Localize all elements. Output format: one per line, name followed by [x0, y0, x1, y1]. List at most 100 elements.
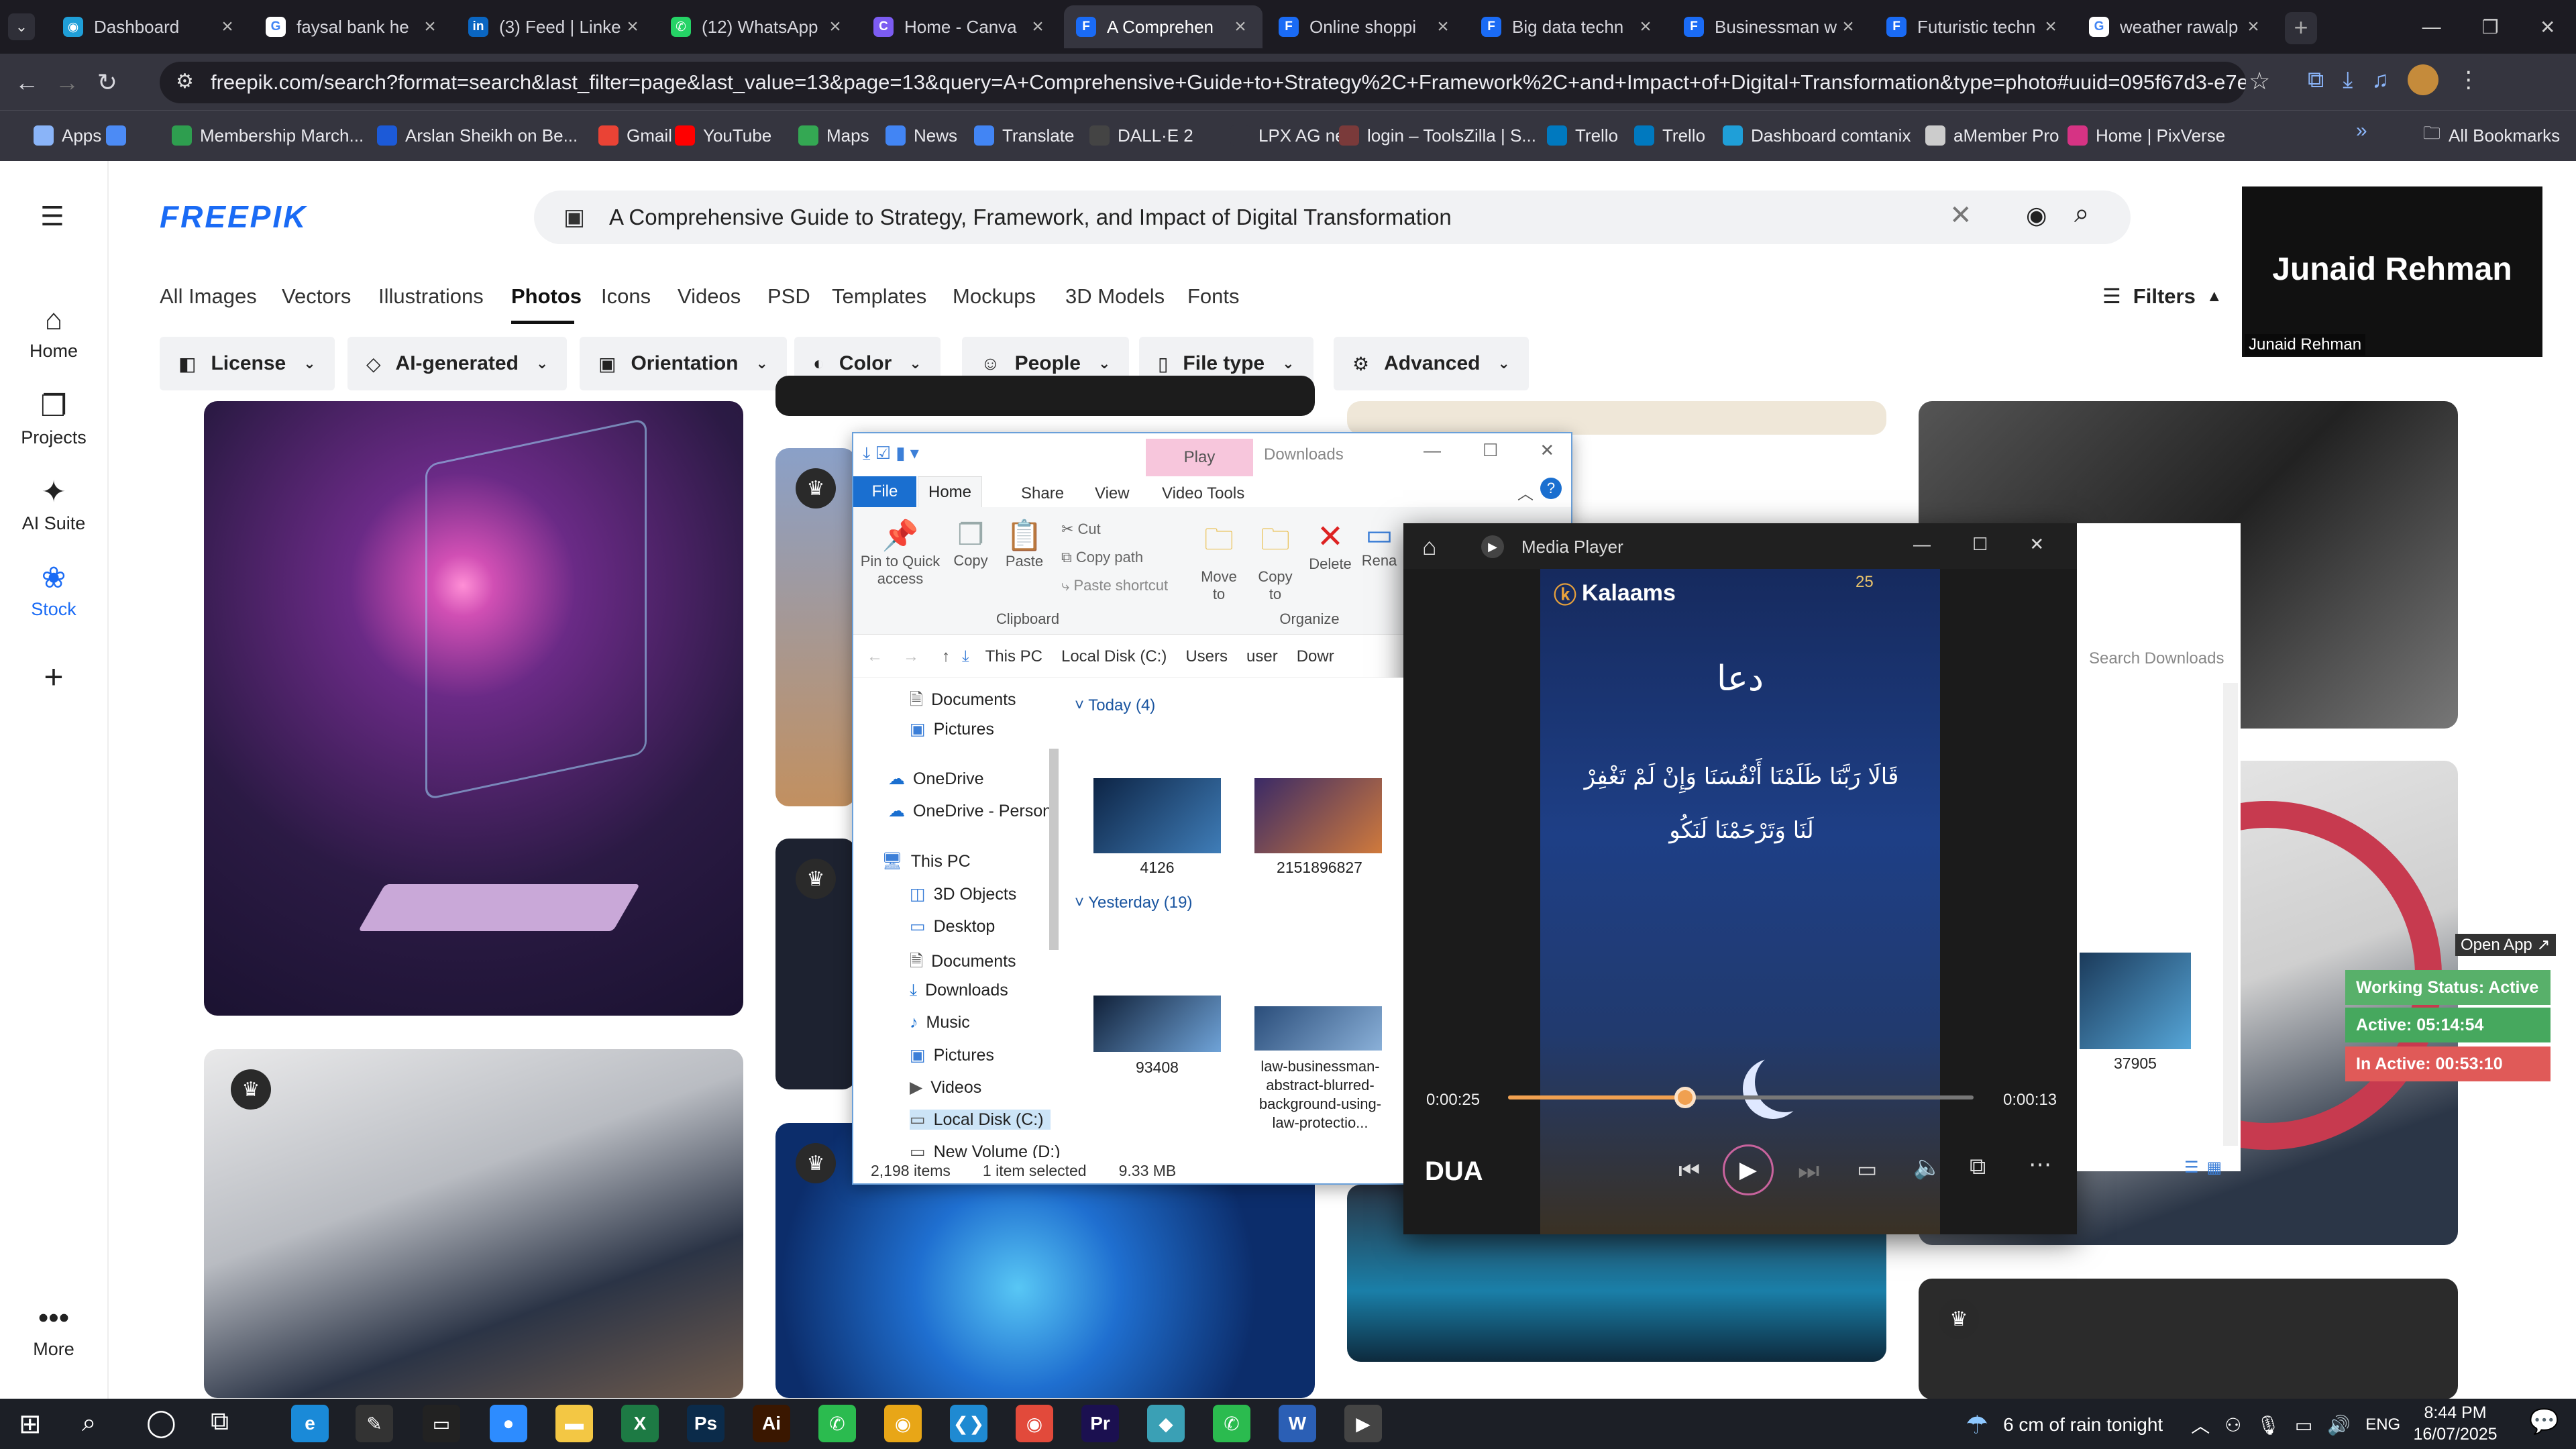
back-icon[interactable]: ←: [7, 68, 47, 97]
camera-icon[interactable]: ◉: [2026, 201, 2047, 229]
nav-tree-item[interactable]: 🗎 Documents: [910, 949, 1016, 977]
nav-tree-item[interactable]: ▶ Videos: [910, 1077, 981, 1097]
maximize-icon[interactable]: ☐: [1483, 440, 1498, 461]
filter-chip[interactable]: ◇ AI-generated ⌄: [347, 337, 568, 390]
language-indicator[interactable]: ENG: [2365, 1415, 2400, 1434]
word-app-icon[interactable]: W: [1279, 1405, 1316, 1442]
ribbon-tab-file[interactable]: File: [853, 476, 916, 507]
bookmark-item[interactable]: aMember Pro: [1925, 118, 2059, 153]
browser-tab[interactable]: F Online shoppi ×: [1267, 5, 1465, 48]
nav-tree-item[interactable]: ♪ Music: [910, 1013, 970, 1032]
tab-close-icon[interactable]: ×: [1028, 15, 1048, 38]
copy-path-button[interactable]: ⧉ Copy path: [1061, 549, 1143, 566]
pen-app-icon[interactable]: ✎: [356, 1405, 393, 1442]
category-tab[interactable]: Icons: [601, 284, 651, 309]
tray-chevron-icon[interactable]: ︿: [2191, 1411, 2210, 1438]
bookmark-item[interactable]: Gmail: [598, 118, 672, 153]
filters-toggle[interactable]: ☰ Filters ▲: [2102, 284, 2222, 309]
previous-icon[interactable]: ⏮: [1678, 1157, 1700, 1185]
browser-tab[interactable]: F Futuristic techn ×: [1874, 5, 2073, 48]
volume-icon[interactable]: 🔈: [1913, 1154, 1941, 1181]
clock[interactable]: 8:44 PM 16/07/2025: [2402, 1402, 2509, 1445]
nav-tree-item[interactable]: ▭ New Volume (D:): [910, 1142, 1061, 1158]
rail-home[interactable]: ⌂ Home: [0, 303, 107, 362]
category-tab[interactable]: Photos: [511, 284, 582, 309]
tree-scrollbar[interactable]: [1049, 749, 1059, 950]
subtitles-icon[interactable]: ▭: [1857, 1157, 1877, 1182]
ribbon-tab-view[interactable]: View: [1095, 484, 1130, 503]
network-icon[interactable]: ▭: [2295, 1414, 2312, 1436]
category-tab[interactable]: Fonts: [1187, 284, 1240, 309]
start-windows-icon[interactable]: ⊞: [19, 1409, 42, 1440]
profile-avatar[interactable]: [2407, 64, 2438, 95]
browser-tab[interactable]: F Businessman w ×: [1672, 5, 1870, 48]
excel-app-icon[interactable]: X: [621, 1405, 659, 1442]
category-tab[interactable]: Illustrations: [378, 284, 484, 309]
paste-button[interactable]: 📋 Paste: [1001, 518, 1048, 570]
bookmark-item[interactable]: Trello: [1547, 118, 1618, 153]
seek-thumb[interactable]: [1674, 1087, 1696, 1108]
bookmark-item[interactable]: Trello: [1634, 118, 1705, 153]
nav-tree-item[interactable]: ⤓ Downloads: [910, 981, 1008, 1000]
tab-close-icon[interactable]: ×: [1230, 15, 1250, 38]
browser-tab[interactable]: ◉ Dashboard ×: [51, 5, 250, 48]
rail-ai-suite[interactable]: ✦ AI Suite: [0, 475, 107, 534]
more-options-icon[interactable]: ⋯: [2029, 1151, 2051, 1178]
category-tab[interactable]: PSD: [767, 284, 810, 309]
filter-chip[interactable]: ▣ Orientation ⌄: [580, 337, 787, 390]
ribbon-tab-share[interactable]: Share: [1021, 484, 1064, 503]
details-view-icon[interactable]: ☰: [2184, 1158, 2199, 1177]
path-user[interactable]: user: [1246, 647, 1278, 666]
image-icons-dark[interactable]: ♛: [775, 839, 856, 1089]
tab-close-icon[interactable]: ×: [217, 15, 237, 38]
phone-app-icon[interactable]: ✆: [1213, 1405, 1250, 1442]
media-player-app-icon[interactable]: ▶: [1344, 1405, 1382, 1442]
bookmark-star-icon[interactable]: ☆: [2249, 67, 2270, 95]
hamburger-icon[interactable]: ☰: [40, 201, 64, 232]
minimize-icon[interactable]: —: [1913, 534, 1931, 555]
task-view-icon[interactable]: ⧉: [211, 1407, 229, 1436]
freepik-logo[interactable]: FREEPIK: [160, 199, 307, 235]
cut-button[interactable]: ✂ Cut: [1061, 521, 1101, 538]
premiere-app-icon[interactable]: Pr: [1081, 1405, 1119, 1442]
image-business-meeting[interactable]: ♛: [204, 1049, 743, 1398]
bookmark-item[interactable]: Membership March...: [172, 118, 364, 153]
open-app-link[interactable]: Open App ↗: [2455, 934, 2556, 956]
umbrella-weather-icon[interactable]: ☂: [1966, 1410, 1988, 1440]
delete-button[interactable]: ✕ Delete: [1307, 518, 1354, 573]
bookmark-item[interactable]: LPX AG new: [1230, 118, 1357, 153]
tab-close-icon[interactable]: ×: [825, 15, 845, 38]
filter-chip[interactable]: ⚙ Advanced ⌄: [1334, 337, 1529, 390]
tab-close-icon[interactable]: ×: [2243, 15, 2263, 38]
category-tab[interactable]: Vectors: [282, 284, 351, 309]
seek-track[interactable]: [1508, 1087, 1974, 1108]
image-top-strip[interactable]: [775, 376, 1315, 416]
paste-shortcut-button[interactable]: ⤷ Paste shortcut: [1061, 577, 1168, 594]
minimize-icon[interactable]: —: [1424, 440, 1441, 461]
browser-tab[interactable]: in (3) Feed | Linke ×: [456, 5, 655, 48]
forward-icon[interactable]: →: [47, 68, 87, 97]
microphone-icon[interactable]: 🎙: [2256, 1414, 2280, 1436]
extension-icon[interactable]: ⧉: [2308, 67, 2324, 93]
zoom-app-icon[interactable]: ●: [490, 1405, 527, 1442]
nav-tree-item[interactable]: 🗎 Documents: [910, 687, 1016, 716]
file-item[interactable]: 37905: [2080, 953, 2191, 1073]
nav-tree-item[interactable]: ◫ 3D Objects: [910, 884, 1016, 904]
media-control-icon[interactable]: ♫: [2371, 67, 2389, 93]
vscode-app-icon[interactable]: ❮❯: [950, 1405, 987, 1442]
nav-tree-item[interactable]: ☁ OneDrive - Person: [888, 801, 1052, 821]
group-header-today[interactable]: ˅ Today (4): [1075, 696, 1155, 715]
mini-view-icon[interactable]: ⧉: [1970, 1154, 1986, 1180]
path-downloads[interactable]: Dowr: [1297, 647, 1334, 666]
phone-app-icon[interactable]: ✆: [818, 1405, 856, 1442]
search-icon[interactable]: ⌕: [2074, 199, 2089, 229]
tab-search-button[interactable]: ⌄: [8, 13, 35, 40]
tab-close-icon[interactable]: ×: [420, 15, 440, 38]
close-icon[interactable]: ✕: [2540, 16, 2555, 38]
image-man-laptop[interactable]: ♛: [775, 448, 856, 806]
ribbon-tab-home[interactable]: Home: [918, 476, 982, 507]
nav-tree-item[interactable]: ▭ Desktop: [910, 916, 995, 936]
bookmark-item[interactable]: Arslan Sheikh on Be...: [377, 118, 578, 153]
bookmark-item[interactable]: Home | PixVerse: [2068, 118, 2225, 153]
copy-to-button[interactable]: 🗀 Copy to: [1252, 518, 1299, 603]
